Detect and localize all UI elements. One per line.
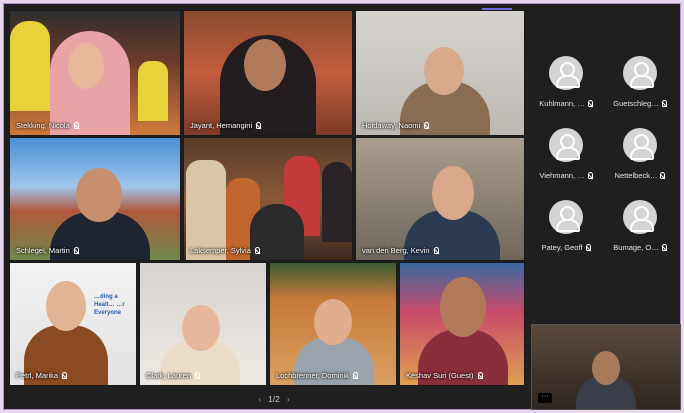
video-tile-petrl[interactable]: …ding a Healt… …r Everyone Petrl, Marika [9, 262, 137, 386]
self-view-tile[interactable]: ··· [531, 324, 681, 410]
mic-icon [477, 372, 483, 379]
participant-name: Stekking, Nicola [16, 121, 70, 130]
video-tile-laksemper[interactable]: Laksemper, Sylvia [183, 137, 353, 261]
person-avatar-icon [623, 200, 657, 234]
person-avatar-icon [549, 56, 583, 90]
mic-icon [587, 172, 593, 179]
participant-roster: Kuhlmann, … Guetschleg… Viehmann, … Nett… [531, 10, 681, 310]
roster-name: Viehmann, … [539, 171, 585, 180]
participant-name: Jayant, Hemangini [190, 121, 253, 130]
person-avatar-icon [623, 56, 657, 90]
mic-icon [62, 372, 68, 379]
previous-page-button[interactable]: ‹ [258, 394, 261, 404]
roster-name: Guetschleg… [613, 99, 659, 108]
more-options-button[interactable]: ··· [538, 393, 552, 403]
video-tile-holdaway[interactable]: Holdaway, Naomi [355, 10, 525, 136]
participant-name: Keshav Suri (Guest) [406, 371, 474, 380]
mic-icon [660, 172, 666, 179]
participant-name: Clark, Lauren [146, 371, 192, 380]
mic-icon [433, 247, 439, 254]
mic-icon [587, 100, 593, 107]
roster-name: Nettelbeck… [614, 171, 658, 180]
mic-icon [73, 247, 79, 254]
participant-name-tag: Lochbrenner, Dominik [276, 371, 358, 380]
mic-icon [585, 244, 591, 251]
participant-name: Holdaway, Naomi [362, 121, 421, 130]
mic-icon [661, 100, 667, 107]
video-tile-van-den-berg[interactable]: van den Berg, Kevin [355, 137, 525, 261]
mic-icon [256, 122, 262, 129]
roster-item[interactable]: Guetschleg… [605, 52, 675, 124]
participant-name-tag: Stekking, Nicola [16, 121, 79, 130]
participant-name-tag: Schlegel, Martin [16, 246, 79, 255]
participant-name: Lochbrenner, Dominik [276, 371, 349, 380]
participant-figure [440, 277, 486, 337]
participant-name: Laksemper, Sylvia [190, 246, 251, 255]
video-tile-clark[interactable]: Clark, Lauren [139, 262, 267, 386]
participant-figure [322, 162, 352, 242]
participant-name-tag: Jayant, Hemangini [190, 121, 262, 130]
mic-icon [352, 372, 358, 379]
meeting-window: Stekking, Nicola Jayant, Hemangini Holda… [3, 3, 681, 410]
participant-figure [314, 299, 352, 345]
participant-name: Schlegel, Martin [16, 246, 70, 255]
person-avatar-icon [549, 200, 583, 234]
video-tile-stekking[interactable]: Stekking, Nicola [9, 10, 181, 136]
participant-name-tag: Clark, Lauren [146, 371, 201, 380]
mic-icon [661, 244, 667, 251]
roster-item[interactable]: Viehmann, … [531, 124, 601, 196]
participant-figure [592, 351, 620, 385]
roster-name: Patey, Geoff [541, 243, 583, 252]
mic-icon [424, 122, 430, 129]
roster-item[interactable]: Patey, Geoff [531, 196, 601, 268]
next-page-button[interactable]: › [287, 394, 290, 404]
participant-name-tag: Laksemper, Sylvia [190, 246, 260, 255]
participant-figure [10, 21, 50, 111]
video-tile-lochbrenner[interactable]: Lochbrenner, Dominik [269, 262, 397, 386]
participant-name: Petrl, Marika [16, 371, 59, 380]
participant-name-tag: van den Berg, Kevin [362, 246, 439, 255]
participant-name-tag: Holdaway, Naomi [362, 121, 430, 130]
participant-figure [182, 305, 220, 351]
roster-name: Bumage, O… [613, 243, 659, 252]
participant-figure [244, 39, 286, 91]
mic-icon [254, 247, 260, 254]
participant-figure [138, 61, 168, 121]
participant-figure [432, 166, 474, 220]
gallery-pager: ‹ 1/2 › [244, 392, 304, 406]
participant-name-tag: Keshav Suri (Guest) [406, 371, 483, 380]
participant-figure [68, 43, 104, 89]
page-indicator: 1/2 [268, 394, 280, 404]
participant-figure [424, 47, 464, 95]
person-avatar-icon [549, 128, 583, 162]
person-avatar-icon [623, 128, 657, 162]
participant-name-tag: Petrl, Marika [16, 371, 68, 380]
roster-name: Kuhlmann, … [539, 99, 585, 108]
video-tile-schlegel[interactable]: Schlegel, Martin [9, 137, 181, 261]
participant-name: van den Berg, Kevin [362, 246, 430, 255]
video-tile-keshav-suri[interactable]: Keshav Suri (Guest) [399, 262, 525, 386]
roster-item[interactable]: Kuhlmann, … [531, 52, 601, 124]
mic-icon [73, 122, 79, 129]
background-banner-text: …ding a Healt… …r Everyone [94, 294, 125, 316]
video-tile-jayant[interactable]: Jayant, Hemangini [183, 10, 353, 136]
roster-item[interactable]: Bumage, O… [605, 196, 675, 268]
mic-icon [195, 372, 201, 379]
roster-item[interactable]: Nettelbeck… [605, 124, 675, 196]
participant-figure [76, 168, 122, 222]
participant-figure [46, 281, 86, 331]
